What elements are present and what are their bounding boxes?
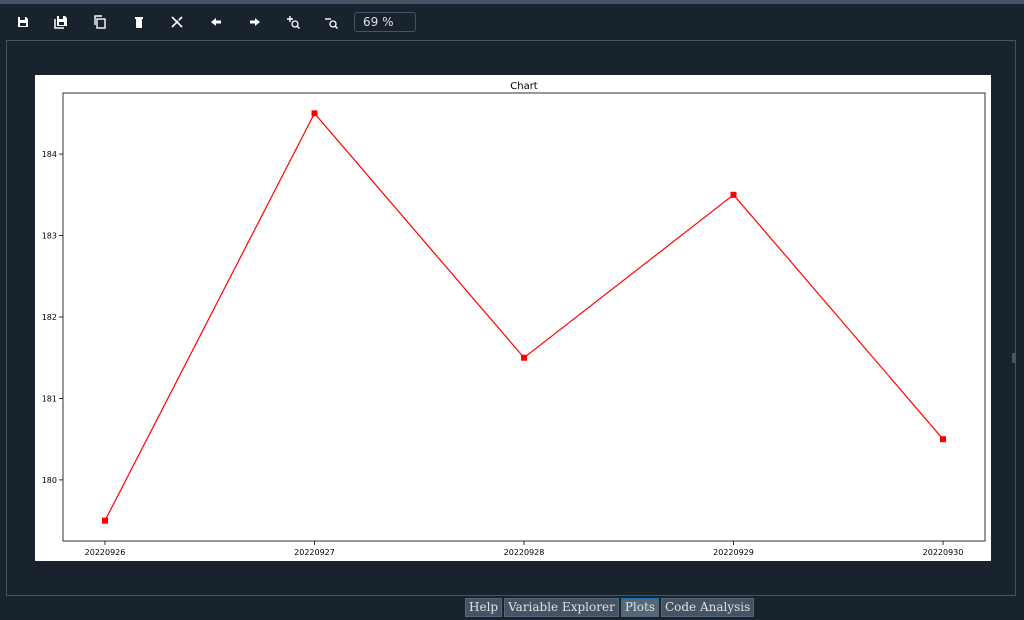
y-axis: 180 181 182 183 184 <box>42 150 63 485</box>
zoom-in-icon[interactable] <box>280 10 306 34</box>
series <box>102 110 946 524</box>
plot-viewer: Chart 180 181 182 183 184 20220926 20220927 20… <box>6 40 1016 596</box>
axes-frame <box>62 92 986 542</box>
arrow-left-icon[interactable] <box>203 10 229 34</box>
data-point <box>521 354 527 361</box>
tab-code-analysis[interactable]: Code Analysis <box>660 598 755 617</box>
arrow-right-icon[interactable] <box>242 10 268 34</box>
bottom-tab-bar: Help Variable Explorer Plots Code Analys… <box>0 596 1024 620</box>
save-all-icon[interactable] <box>48 10 74 34</box>
resize-handle[interactable] <box>1012 353 1015 363</box>
zoom-out-icon[interactable] <box>318 10 344 34</box>
data-point <box>730 191 737 198</box>
tab-variable-explorer[interactable]: Variable Explorer <box>504 598 619 617</box>
data-point <box>102 517 108 524</box>
x-tick-label: 20220926 <box>85 548 126 557</box>
y-tick-label: 183 <box>42 232 57 241</box>
x-tick-label: 20220929 <box>713 548 754 557</box>
figure-canvas: Chart 180 181 182 183 184 20220926 20220927 20… <box>35 75 991 561</box>
y-tick-label: 181 <box>42 394 57 403</box>
save-icon[interactable] <box>10 10 36 34</box>
x-axis: 20220926 20220927 20220928 20220929 20220930 <box>85 541 964 557</box>
line-chart: Chart 180181182183184 20220926 20220927 20… <box>42 81 986 557</box>
delete-icon[interactable] <box>126 10 152 34</box>
chart-title: Chart <box>510 81 538 92</box>
copy-icon[interactable] <box>87 10 113 34</box>
data-point <box>311 110 318 117</box>
zoom-level-field[interactable]: 69 % <box>354 12 416 32</box>
y-tick-label: 184 <box>42 150 57 159</box>
y-tick-label: 182 <box>42 313 57 322</box>
y-tick-label: 180 <box>42 476 57 485</box>
tab-help[interactable]: Help <box>465 598 503 617</box>
x-tick-label: 20220930 <box>923 548 964 557</box>
x-tick-label: 20220928 <box>504 548 545 557</box>
x-tick-label: 20220927 <box>294 548 335 557</box>
data-point <box>940 436 946 443</box>
series-line <box>104 112 944 521</box>
tab-plots[interactable]: Plots <box>620 598 659 617</box>
delete-all-icon[interactable] <box>164 10 190 34</box>
plots-toolbar: 69 % <box>0 4 1024 40</box>
